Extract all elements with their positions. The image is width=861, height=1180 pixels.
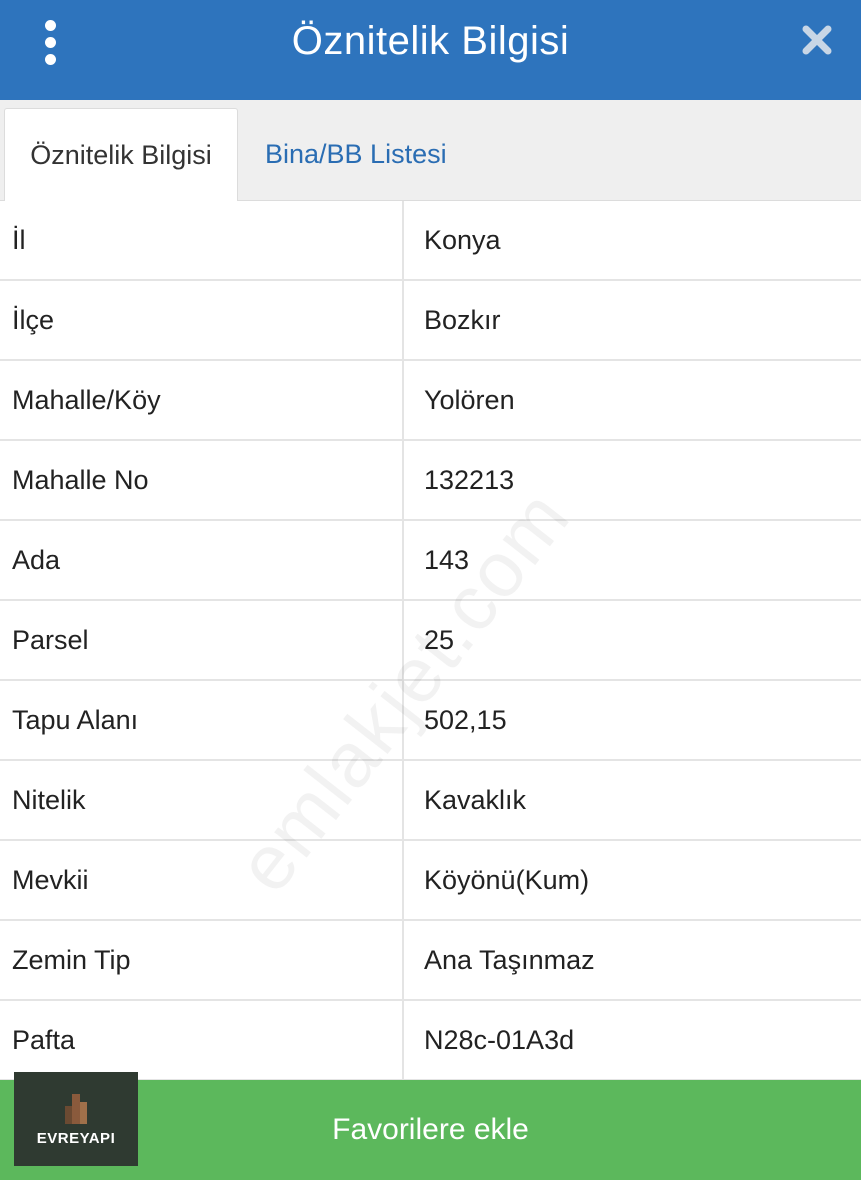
row-label: İlçe	[0, 281, 404, 359]
page-title: Öznitelik Bilgisi	[291, 18, 570, 63]
row-value: Bozkır	[424, 304, 501, 335]
table-row: İl Konya	[0, 201, 861, 281]
tab-bina-bb-listesi[interactable]: Bina/BB Listesi	[265, 108, 447, 201]
row-value: Yolören	[424, 384, 515, 415]
tab-bar: Öznitelik Bilgisi Bina/BB Listesi	[0, 100, 861, 201]
table-row: İlçe Bozkır	[0, 281, 861, 361]
row-value: 143	[424, 544, 470, 575]
row-value: N28c-01A3d	[424, 1024, 575, 1055]
table-row: Parsel 25	[0, 601, 861, 681]
table-row: Tapu Alanı 502,15	[0, 681, 861, 761]
brand-logo: EVREYAPI	[14, 1072, 138, 1166]
row-label: Zemin Tip	[0, 921, 404, 999]
table-row: Mahalle No 132213	[0, 441, 861, 521]
table-row: Mahalle/Köy Yolören	[0, 361, 861, 441]
row-value: Köyönü(Kum)	[424, 864, 590, 895]
more-vertical-icon[interactable]	[28, 12, 72, 72]
row-label: Mahalle/Köy	[0, 361, 404, 439]
row-value: Kavaklık	[424, 784, 527, 815]
row-value: 25	[424, 624, 455, 655]
close-icon[interactable]	[795, 18, 839, 62]
row-value: Konya	[424, 224, 501, 255]
row-label: İl	[0, 201, 404, 279]
tab-oznitelik-bilgisi[interactable]: Öznitelik Bilgisi	[4, 108, 238, 201]
row-label: Mahalle No	[0, 441, 404, 519]
row-label: Ada	[0, 521, 404, 599]
table-row: Ada 143	[0, 521, 861, 601]
row-label: Pafta	[0, 1001, 404, 1079]
table-row: Nitelik Kavaklık	[0, 761, 861, 841]
row-label: Mevkii	[0, 841, 404, 919]
row-label: Nitelik	[0, 761, 404, 839]
add-to-favorites-label: Favorilere ekle	[332, 1113, 529, 1146]
row-value: Ana Taşınmaz	[424, 944, 595, 975]
row-value: 132213	[424, 464, 515, 495]
attribute-table: İl Konya İlçe Bozkır Mahalle/Köy Yolören…	[0, 201, 861, 1081]
app-header: Öznitelik Bilgisi	[0, 0, 861, 100]
logo-text: EVREYAPI	[36, 1129, 116, 1147]
table-row: Mevkii Köyönü(Kum)	[0, 841, 861, 921]
table-row: Pafta N28c-01A3d	[0, 1001, 861, 1081]
table-row: Zemin Tip Ana Taşınmaz	[0, 921, 861, 1001]
building-logo-icon	[65, 1093, 87, 1124]
row-label: Tapu Alanı	[0, 681, 404, 759]
row-label: Parsel	[0, 601, 404, 679]
row-value: 502,15	[424, 704, 507, 735]
